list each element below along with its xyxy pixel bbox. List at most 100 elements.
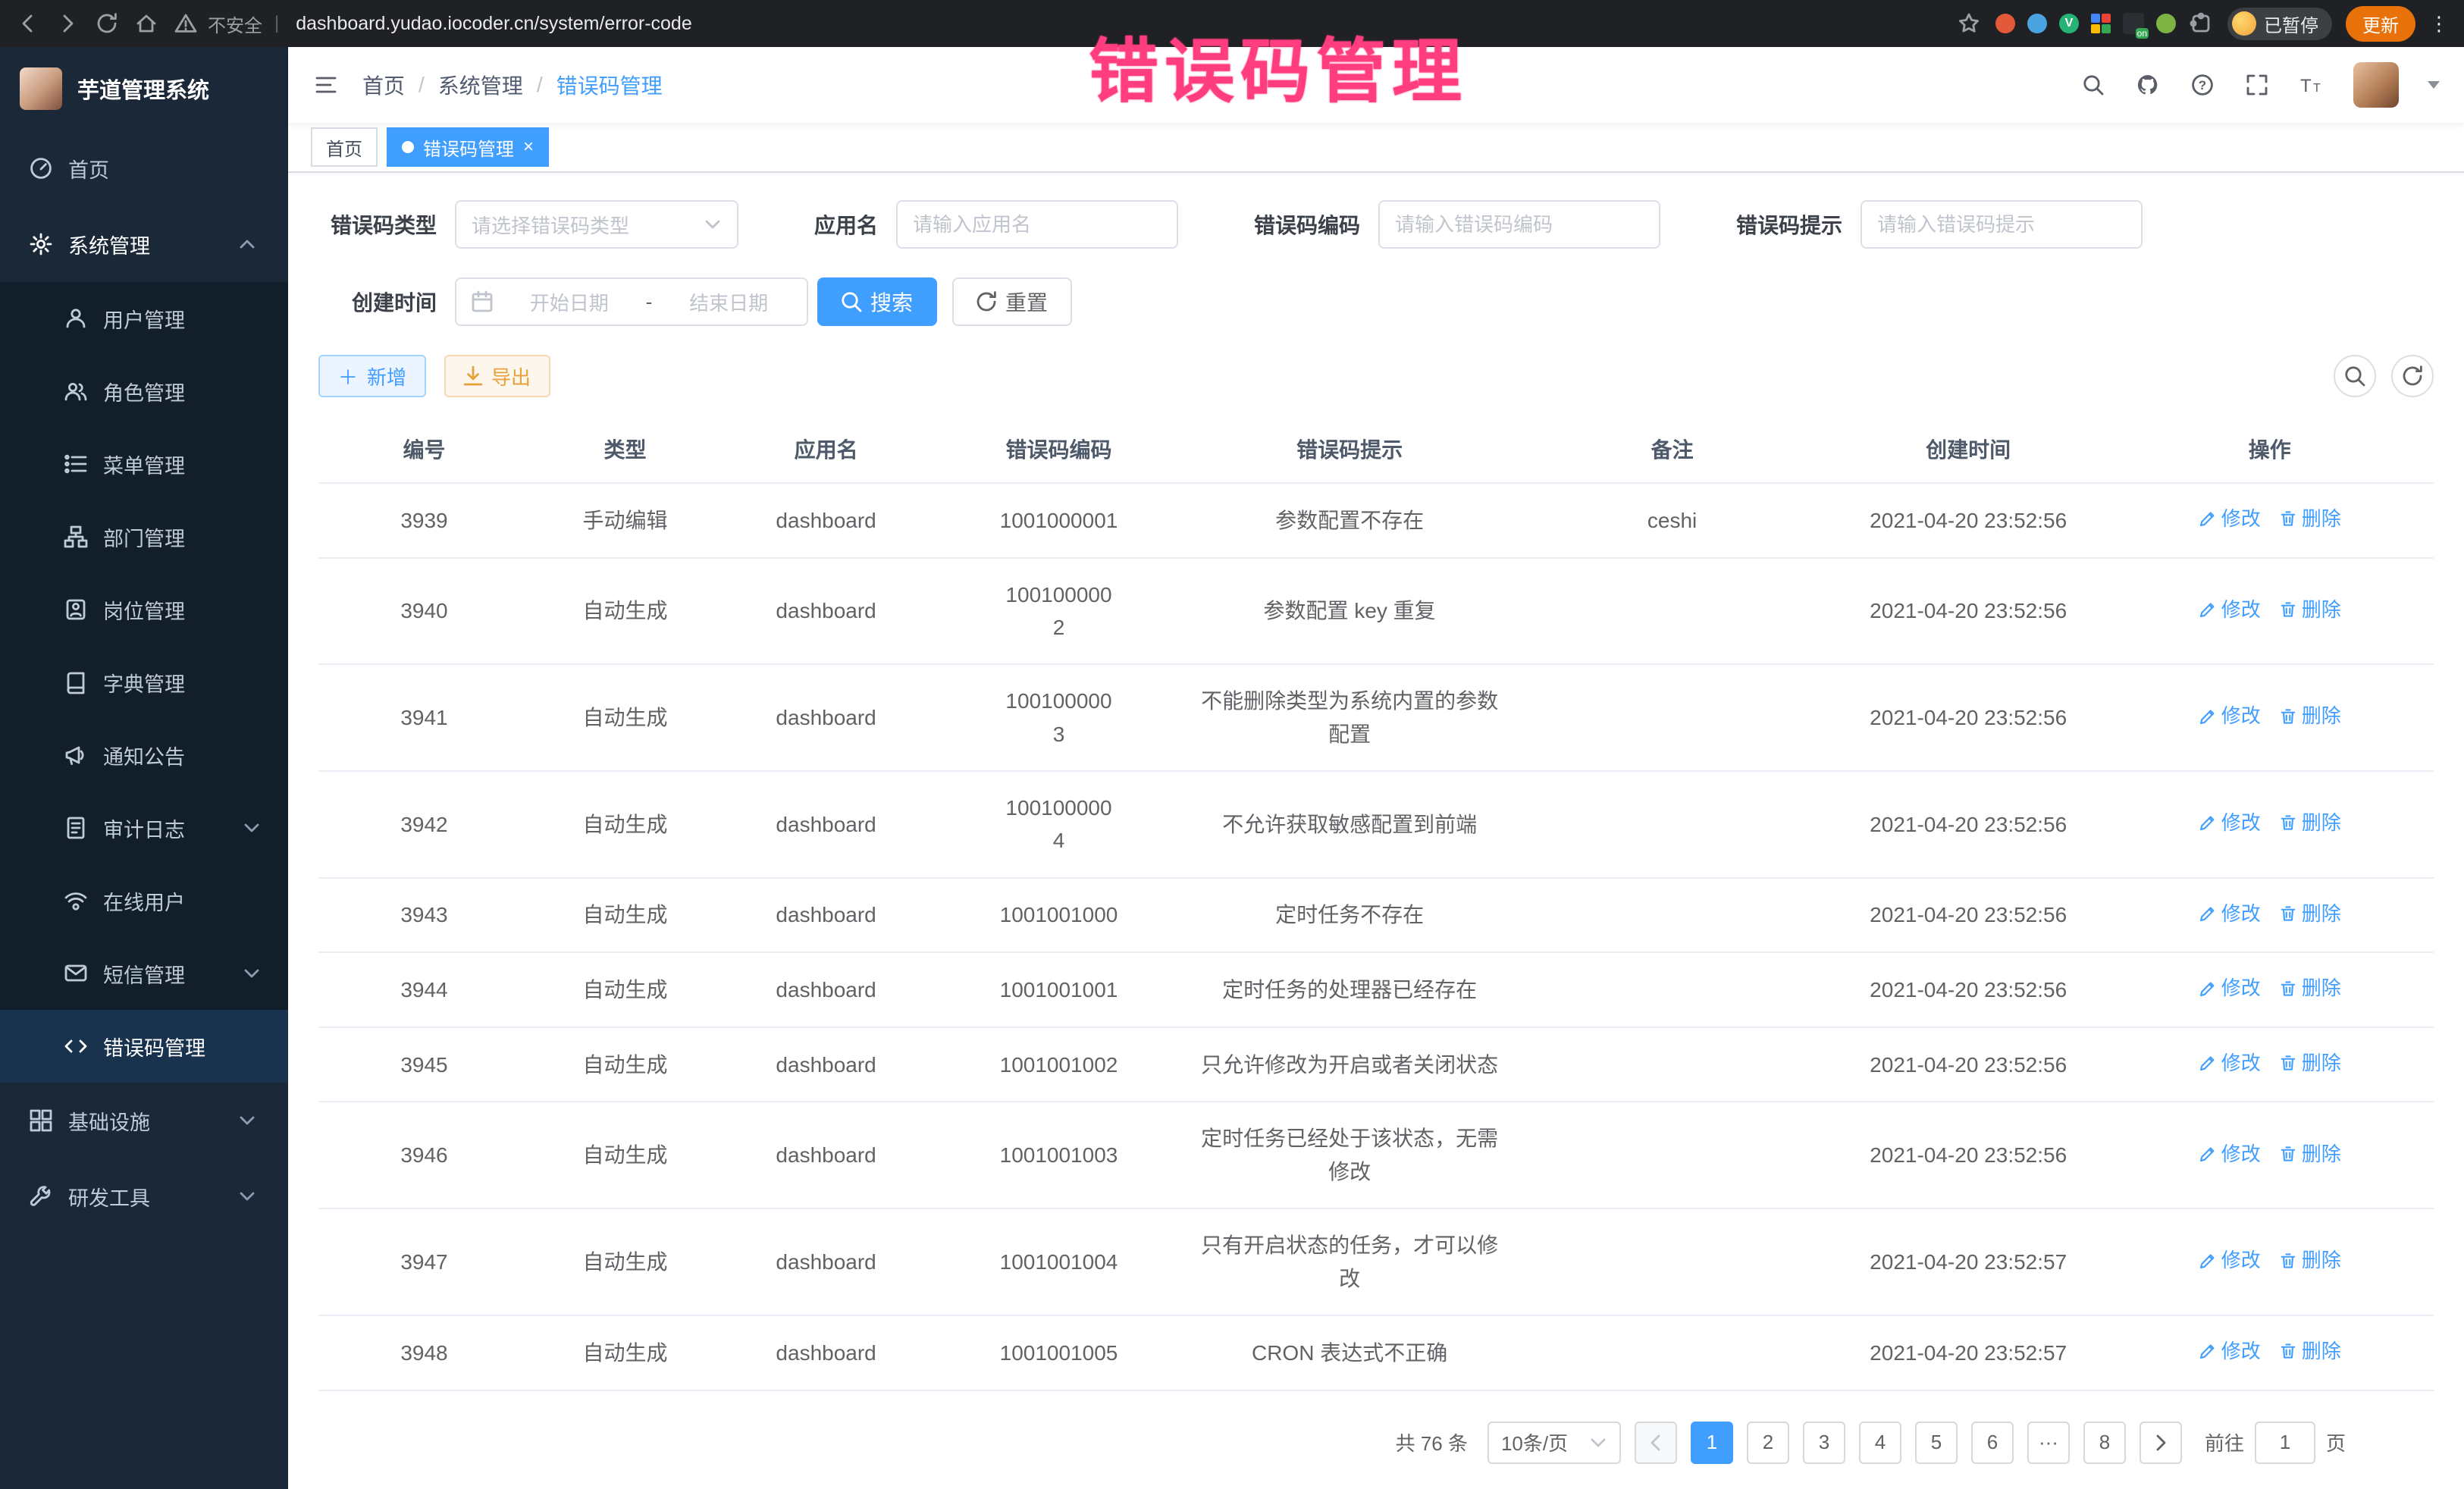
add-button[interactable]: ＋ 新增 [318,355,426,397]
page-number-button[interactable]: 4 [1859,1422,1901,1464]
edit-link[interactable]: 修改 [2199,594,2261,625]
breadcrumb-item[interactable]: 首页 [362,70,405,100]
security-indicator[interactable]: 不安全 | [173,11,282,37]
page-ellipsis-button[interactable]: ··· [2027,1422,2070,1464]
page-number-button[interactable]: 3 [1803,1422,1845,1464]
address-bar[interactable]: dashboard.yudao.iocoder.cn/system/error-… [296,13,692,35]
page-number-button[interactable]: 5 [1915,1422,1958,1464]
cell-time: 2021-04-20 23:52:56 [1831,664,2106,771]
forward-icon[interactable] [55,11,80,36]
edit-link[interactable]: 修改 [2199,973,2261,1003]
sidebar-item-system[interactable]: 系统管理 [0,206,288,282]
page-number-button[interactable]: 6 [1971,1422,2014,1464]
error-code-input[interactable] [1395,213,1644,237]
sidebar-item-error-code-icon[interactable]: 错误码管理 [0,1010,288,1083]
refresh-table-button[interactable] [2391,355,2434,397]
prev-page-button[interactable] [1635,1422,1677,1464]
extension-icon[interactable] [2027,14,2047,33]
extension-icon[interactable] [2091,14,2111,33]
cell-app: dashboard [720,878,932,953]
page-number-button[interactable]: 8 [2083,1422,2126,1464]
edit-link[interactable]: 修改 [2199,701,2261,731]
error-type-select[interactable]: 请选择错误码类型 [455,200,738,249]
bookmark-star-icon[interactable] [1956,11,1982,36]
profile-chip[interactable]: 已暂停 [2227,8,2332,40]
sidebar-item-post-badge-icon[interactable]: 岗位管理 [0,573,288,646]
goto-page-input[interactable] [2255,1422,2315,1464]
cell-code: 1001000004 [932,771,1186,878]
app-name-input[interactable] [913,213,1161,237]
search-button[interactable]: 搜索 [817,277,937,326]
sidebar-item-dict-book-icon[interactable]: 字典管理 [0,646,288,719]
export-button[interactable]: 导出 [444,355,550,397]
delete-link[interactable]: 删除 [2279,594,2341,625]
edit-link[interactable]: 修改 [2199,898,2261,929]
sidebar-item-user-icon[interactable]: 用户管理 [0,282,288,355]
delete-link[interactable]: 删除 [2279,1336,2341,1366]
page-number-button[interactable]: 2 [1747,1422,1789,1464]
table-row: 3945自动生成dashboard1001001002只允许修改为开启或者关闭状… [318,1027,2434,1102]
sidebar-item-dept-tree-icon[interactable]: 部门管理 [0,500,288,573]
extension-icon[interactable]: on [2123,13,2144,34]
fullscreen-icon[interactable] [2244,72,2270,98]
edit-link[interactable]: 修改 [2199,1245,2261,1275]
cell-id: 3940 [318,558,530,665]
breadcrumb-item[interactable]: 错误码管理 [556,70,663,100]
infra-grid-icon [29,1108,53,1133]
update-button[interactable]: 更新 [2346,6,2415,42]
dept-tree-icon [64,525,88,549]
extension-icon[interactable] [2156,14,2176,33]
edit-link[interactable]: 修改 [2199,1048,2261,1078]
page-size-select[interactable]: 10条/页 [1487,1422,1621,1464]
edit-link[interactable]: 修改 [2199,1336,2261,1366]
font-size-icon[interactable]: TT [2299,72,2324,98]
tools-icon [29,1184,53,1208]
edit-link[interactable]: 修改 [2199,1139,2261,1169]
delete-link[interactable]: 删除 [2279,1245,2341,1275]
browser-menu-icon[interactable]: ⋮ [2429,12,2449,36]
cell-code: 1001000003 [932,664,1186,771]
sidebar-item-infra-grid-icon[interactable]: 基础设施 [0,1083,288,1158]
cell-app: dashboard [720,558,932,665]
github-icon[interactable] [2135,72,2161,98]
reset-button[interactable]: 重置 [952,277,1072,326]
delete-link[interactable]: 删除 [2279,1048,2341,1078]
help-icon[interactable]: ? [2190,72,2215,98]
search-icon[interactable] [2080,72,2106,98]
puzzle-extensions-icon[interactable] [2188,11,2214,36]
delete-link[interactable]: 删除 [2279,1139,2341,1169]
sidebar-item-menu-list-icon[interactable]: 菜单管理 [0,428,288,500]
sidebar-item-audit-log-icon[interactable]: 审计日志 [0,792,288,864]
error-hint-input[interactable] [1877,213,2126,237]
tab-close-icon[interactable]: × [523,138,534,156]
sidebar-item-notice-megaphone-icon[interactable]: 通知公告 [0,719,288,792]
extension-icon[interactable] [1995,14,2015,33]
toggle-search-button[interactable] [2334,355,2376,397]
home-icon[interactable] [133,11,159,36]
sidebar-item-tools-icon[interactable]: 研发工具 [0,1158,288,1234]
date-range-picker[interactable]: 开始日期 - 结束日期 [455,277,808,326]
delete-link[interactable]: 删除 [2279,898,2341,929]
tab-active[interactable]: 错误码管理× [387,127,549,167]
chevron-down-icon[interactable] [2428,81,2440,89]
sidebar-item-home[interactable]: 首页 [0,130,288,206]
delete-link[interactable]: 删除 [2279,973,2341,1003]
extension-icon[interactable]: V [2059,14,2079,33]
delete-link[interactable]: 删除 [2279,807,2341,838]
cell-operations: 修改删除 [2106,558,2434,665]
user-avatar[interactable] [2353,62,2399,108]
delete-link[interactable]: 删除 [2279,701,2341,731]
reload-icon[interactable] [94,11,120,36]
hamburger-icon[interactable] [312,71,340,99]
edit-link[interactable]: 修改 [2199,807,2261,838]
breadcrumb-item[interactable]: 系统管理 [438,70,523,100]
next-page-button[interactable] [2140,1422,2182,1464]
back-icon[interactable] [15,11,41,36]
tab-item[interactable]: 首页 [311,127,378,167]
delete-link[interactable]: 删除 [2279,503,2341,534]
sidebar-item-sms-message-icon[interactable]: 短信管理 [0,937,288,1010]
edit-link[interactable]: 修改 [2199,503,2261,534]
sidebar-item-online-user-icon[interactable]: 在线用户 [0,864,288,937]
sidebar-item-role-icon[interactable]: 角色管理 [0,355,288,428]
page-number-button[interactable]: 1 [1691,1422,1733,1464]
